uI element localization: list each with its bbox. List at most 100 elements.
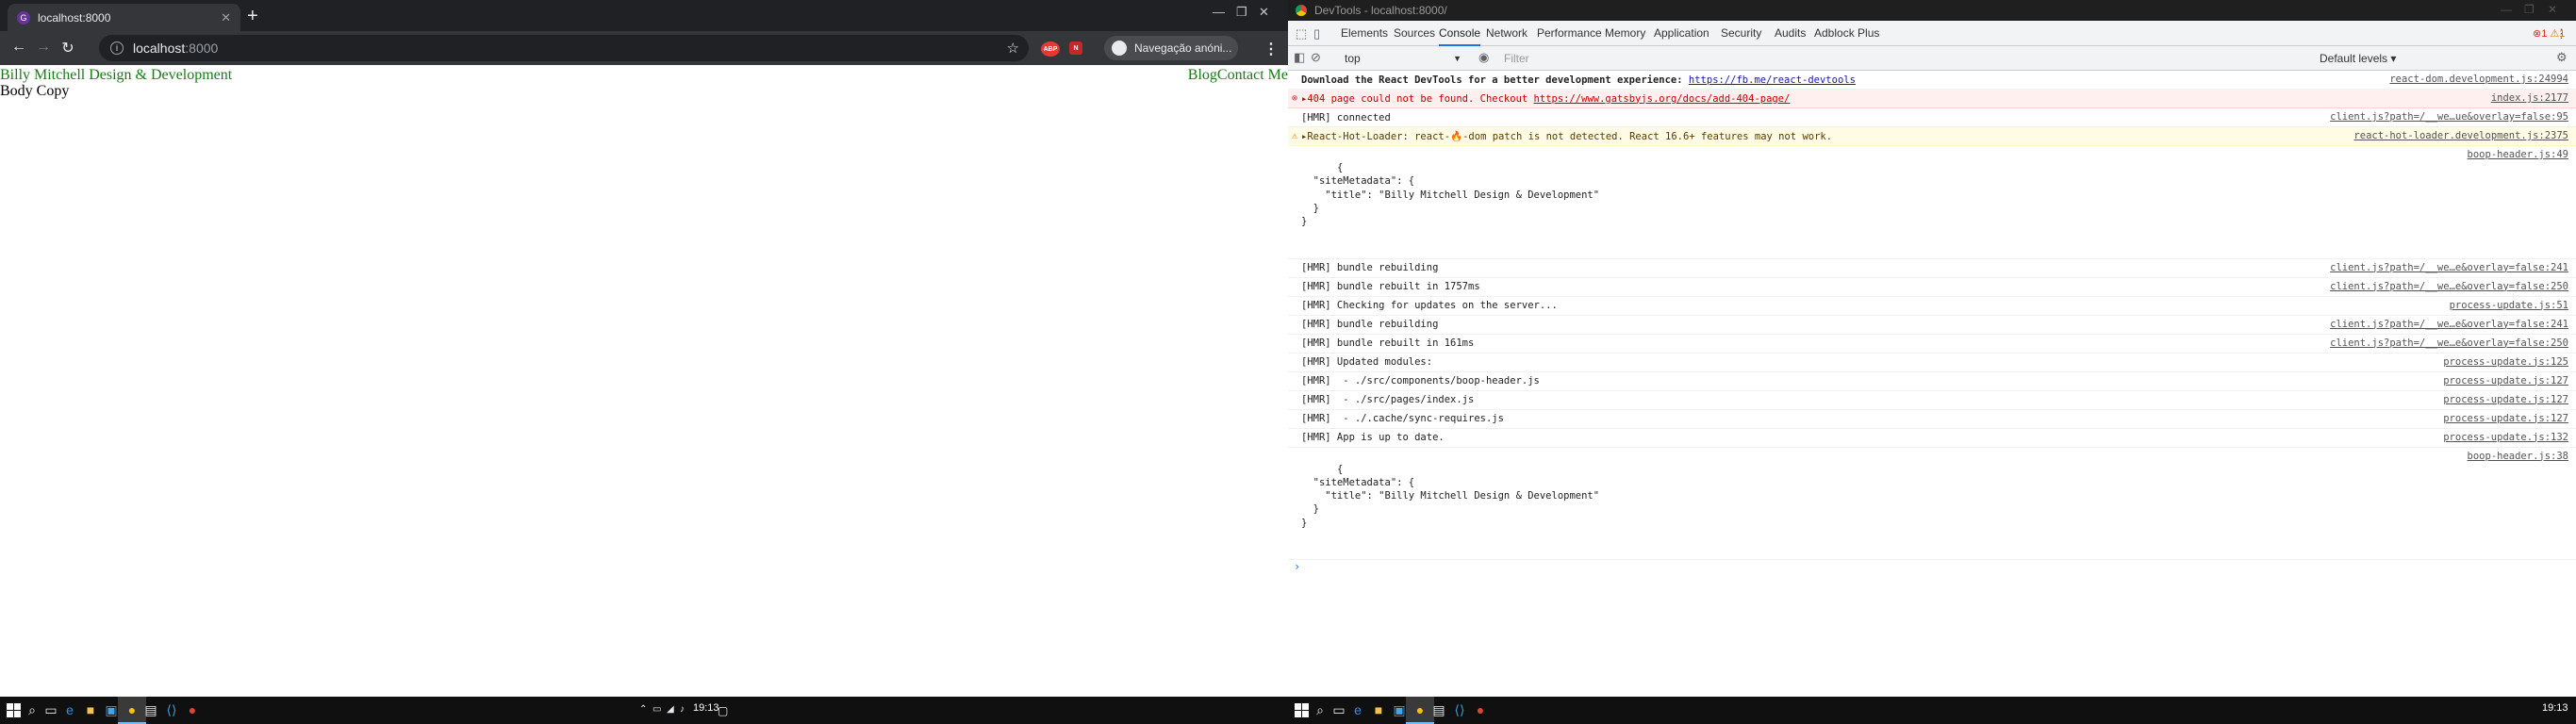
console-source-link[interactable]: client.js?path=/__we…e&overlay=false:241: [2330, 262, 2568, 273]
console-settings-gear-icon[interactable]: ⚙: [2556, 50, 2568, 65]
tab-strip: G localhost:8000 ✕ + — ❐ ✕: [0, 0, 1288, 31]
file-explorer-icon[interactable]: ■: [81, 701, 100, 718]
console-source-link[interactable]: client.js?path=/__we…e&overlay=false:250: [2330, 337, 2568, 349]
new-tab-button[interactable]: +: [247, 7, 258, 25]
console-source-link[interactable]: process-update.js:125: [2443, 356, 2568, 368]
console-object: { "siteMetadata": { "title": "Billy Mitc…: [1288, 146, 2576, 259]
tab-network[interactable]: Network: [1486, 21, 1527, 46]
task-view-icon[interactable]: ▭: [41, 701, 60, 718]
start-button[interactable]: [4, 701, 23, 718]
tab-sources[interactable]: Sources: [1394, 21, 1435, 46]
site-title-link[interactable]: Billy Mitchell Design & Development: [0, 67, 232, 84]
reload-icon[interactable]: ↻: [58, 39, 77, 58]
inspect-element-icon[interactable]: ⬚: [1296, 26, 1307, 41]
tab-console[interactable]: Console: [1439, 21, 1481, 46]
tab-title: localhost:8000: [38, 10, 111, 25]
console-object-text[interactable]: { "siteMetadata": { "title": "Billy Mitc…: [1301, 162, 1599, 227]
chrome-canary-icon[interactable]: ●: [1471, 701, 1490, 718]
search-icon[interactable]: ⌕: [1311, 701, 1329, 718]
address-bar[interactable]: i localhost :8000 ☆: [99, 35, 1029, 61]
console-source-link[interactable]: client.js?path=/__we…e&overlay=false:250: [2330, 281, 2568, 292]
search-icon[interactable]: ⌕: [23, 701, 41, 718]
site-info-icon[interactable]: i: [110, 41, 124, 55]
extension-icon[interactable]: N: [1069, 41, 1082, 55]
filter-input[interactable]: Filter: [1500, 50, 1642, 67]
browser-toolbar: ← → ↻ i localhost :8000 ☆ ABP N Navegaçã…: [0, 31, 1288, 65]
tab-audits[interactable]: Audits: [1775, 21, 1806, 46]
edge-icon[interactable]: e: [1348, 701, 1367, 718]
log-levels-select[interactable]: Default levels ▾: [2320, 50, 2396, 67]
console-link[interactable]: https://fb.me/react-devtools: [1689, 74, 1856, 86]
task-view-icon[interactable]: ▭: [1329, 701, 1348, 718]
minimize-icon[interactable]: —: [2501, 3, 2512, 16]
restore-icon[interactable]: ❐: [1236, 5, 1247, 20]
edge-icon[interactable]: e: [60, 701, 79, 718]
close-window-icon[interactable]: ✕: [2548, 3, 2557, 16]
incognito-icon: [1112, 41, 1127, 56]
start-button[interactable]: [1292, 701, 1311, 718]
tab-security[interactable]: Security: [1721, 21, 1761, 46]
terminal-icon[interactable]: ▤: [141, 701, 160, 718]
console-source-link[interactable]: index.js:2177: [2491, 92, 2568, 104]
console-source-link[interactable]: process-update.js:127: [2443, 394, 2568, 405]
close-window-icon[interactable]: ✕: [1259, 5, 1269, 20]
notifications-icon[interactable]: ▢: [718, 704, 728, 717]
live-expression-eye-icon[interactable]: ◉: [1478, 50, 1489, 65]
clear-console-icon[interactable]: ⊘: [1311, 50, 1321, 65]
error-icon: ⊗: [2533, 28, 2542, 40]
clock[interactable]: 19:13: [693, 702, 719, 714]
console-source-link[interactable]: process-update.js:51: [2450, 300, 2568, 311]
console-source-link[interactable]: client.js?path=/__we…ue&overlay=false:95: [2330, 111, 2568, 123]
network-icon[interactable]: ◢: [667, 704, 674, 715]
chrome-canary-icon[interactable]: ●: [183, 701, 202, 718]
gatsby-favicon-icon: G: [17, 10, 30, 25]
vscode-icon[interactable]: ⟨⟩: [162, 701, 181, 718]
bookmark-star-icon[interactable]: ☆: [1007, 40, 1019, 57]
console-message: [HMR] - ./src/pages/index.js: [1301, 394, 1475, 406]
console-row: [HMR] - ./.cache/sync-requires.js process…: [1288, 410, 2576, 429]
console-object-text[interactable]: { "siteMetadata": { "title": "Billy Mitc…: [1301, 464, 1599, 529]
console-source-link[interactable]: process-update.js:132: [2443, 432, 2568, 443]
device-toolbar-icon[interactable]: ▯: [1313, 26, 1320, 41]
console-row: [HMR] Checking for updates on the server…: [1288, 297, 2576, 316]
tab-elements[interactable]: Elements: [1341, 21, 1388, 46]
tab-memory[interactable]: Memory: [1605, 21, 1645, 46]
console-message[interactable]: ▸404 page could not be found. Checkout h…: [1301, 93, 1790, 105]
clock[interactable]: 19:13: [2542, 702, 2568, 714]
tab-performance[interactable]: Performance: [1537, 21, 1602, 46]
tab-close-icon[interactable]: ✕: [221, 10, 231, 25]
console-sidebar-icon[interactable]: ◧: [1294, 50, 1305, 65]
vscode-icon[interactable]: ⟨⟩: [1450, 701, 1469, 718]
context-select[interactable]: top ▼: [1341, 50, 1469, 67]
minimize-icon[interactable]: —: [1213, 5, 1225, 19]
console-source-link[interactable]: process-update.js:127: [2443, 413, 2568, 424]
tab-adblock-plus[interactable]: Adblock Plus: [1814, 21, 1879, 46]
console-message: [HMR] connected: [1301, 111, 1391, 123]
nav-links[interactable]: BlogContact Me: [1188, 67, 1288, 84]
console-link[interactable]: https://www.gatsbyjs.org/docs/add-404-pa…: [1534, 93, 1791, 105]
forward-icon[interactable]: →: [34, 39, 53, 56]
terminal-icon[interactable]: ▤: [1429, 701, 1448, 718]
console-source-link[interactable]: boop-header.js:38: [2468, 450, 2568, 463]
taskbar: ⌕ ▭ e ■ ▣ ● ▤ ⟨⟩ ● ⌃ ▭ ◢ ♪ 19:13 ▢: [0, 697, 1288, 724]
console-source-link[interactable]: process-update.js:127: [2443, 375, 2568, 387]
console-source-link[interactable]: react-dom.development.js:24994: [2389, 74, 2568, 85]
back-icon[interactable]: ←: [9, 39, 28, 56]
console-source-link[interactable]: client.js?path=/__we…e&overlay=false:241: [2330, 319, 2568, 330]
restore-icon[interactable]: ❐: [2524, 3, 2535, 16]
file-explorer-icon[interactable]: ■: [1369, 701, 1388, 718]
incognito-profile-button[interactable]: Navegação anóni...: [1104, 36, 1238, 60]
volume-icon[interactable]: ♪: [680, 704, 685, 715]
browser-tab[interactable]: G localhost:8000 ✕: [8, 4, 240, 31]
console-object: { "siteMetadata": { "title": "Billy Mitc…: [1288, 448, 2576, 561]
console-message[interactable]: ▸React-Hot-Loader: react-🔥-dom patch is …: [1301, 130, 1832, 142]
console-source-link[interactable]: react-hot-loader.development.js:2375: [2353, 130, 2568, 141]
browser-menu-icon[interactable]: ⋮: [1263, 40, 1279, 58]
tab-application[interactable]: Application: [1654, 21, 1709, 46]
battery-icon[interactable]: ▭: [652, 704, 661, 715]
console-source-link[interactable]: boop-header.js:49: [2468, 148, 2568, 161]
adblock-extension-icon[interactable]: ABP: [1041, 41, 1060, 57]
devtools-menu-icon[interactable]: ⋮: [2555, 26, 2568, 41]
tray-chevron-icon[interactable]: ⌃: [639, 704, 647, 715]
console-prompt[interactable]: ›: [1288, 560, 2576, 577]
